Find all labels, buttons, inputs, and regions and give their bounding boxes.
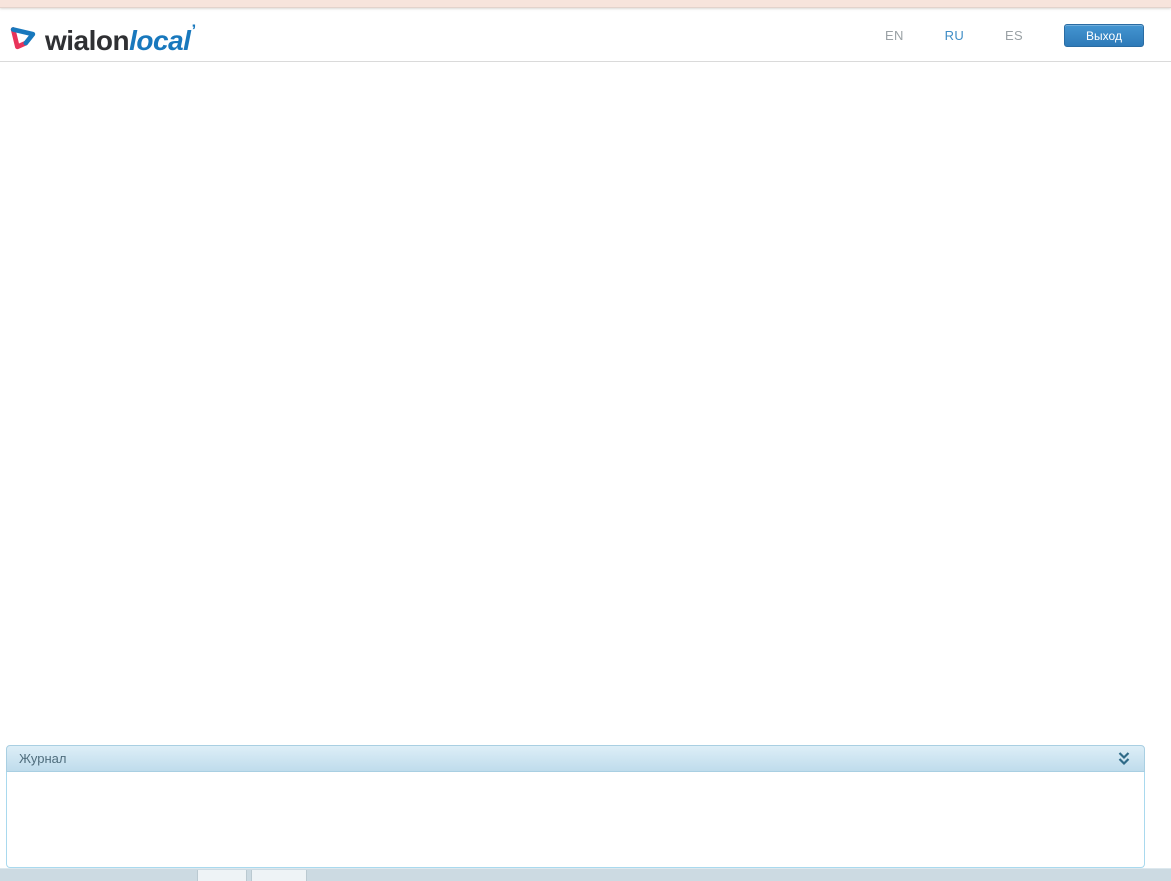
journal-panel-header[interactable]: Журнал	[6, 745, 1145, 772]
journal-collapse-button[interactable]	[1116, 750, 1132, 768]
wialon-logo-icon	[10, 26, 36, 49]
top-accent-bar	[0, 0, 1171, 8]
logo-text: wialonlocal’	[45, 16, 196, 56]
app-header: wialonlocal’ EN RU ES Выход	[0, 9, 1171, 62]
journal-log-area	[6, 772, 1145, 868]
journal-title: Журнал	[19, 751, 67, 766]
main-workspace	[0, 62, 1171, 745]
bottom-bar-button-1[interactable]	[197, 870, 247, 881]
logout-button[interactable]: Выход	[1064, 24, 1144, 47]
lang-es[interactable]: ES	[1005, 28, 1023, 43]
journal-panel: Журнал	[6, 745, 1145, 868]
lang-en[interactable]: EN	[885, 28, 904, 43]
logo-text-local: local	[129, 25, 191, 56]
logo-text-wialon: wialon	[45, 25, 130, 56]
wialon-local-logo[interactable]: wialonlocal’	[8, 16, 196, 56]
bottom-bar-button-2[interactable]	[251, 870, 307, 881]
header-right-cluster: EN RU ES Выход	[885, 9, 1144, 62]
bottom-status-bar	[0, 868, 1171, 881]
lang-ru[interactable]: RU	[945, 28, 964, 43]
logo-apostrophe-mark: ’	[191, 21, 196, 40]
double-chevron-down-icon	[1118, 751, 1130, 765]
